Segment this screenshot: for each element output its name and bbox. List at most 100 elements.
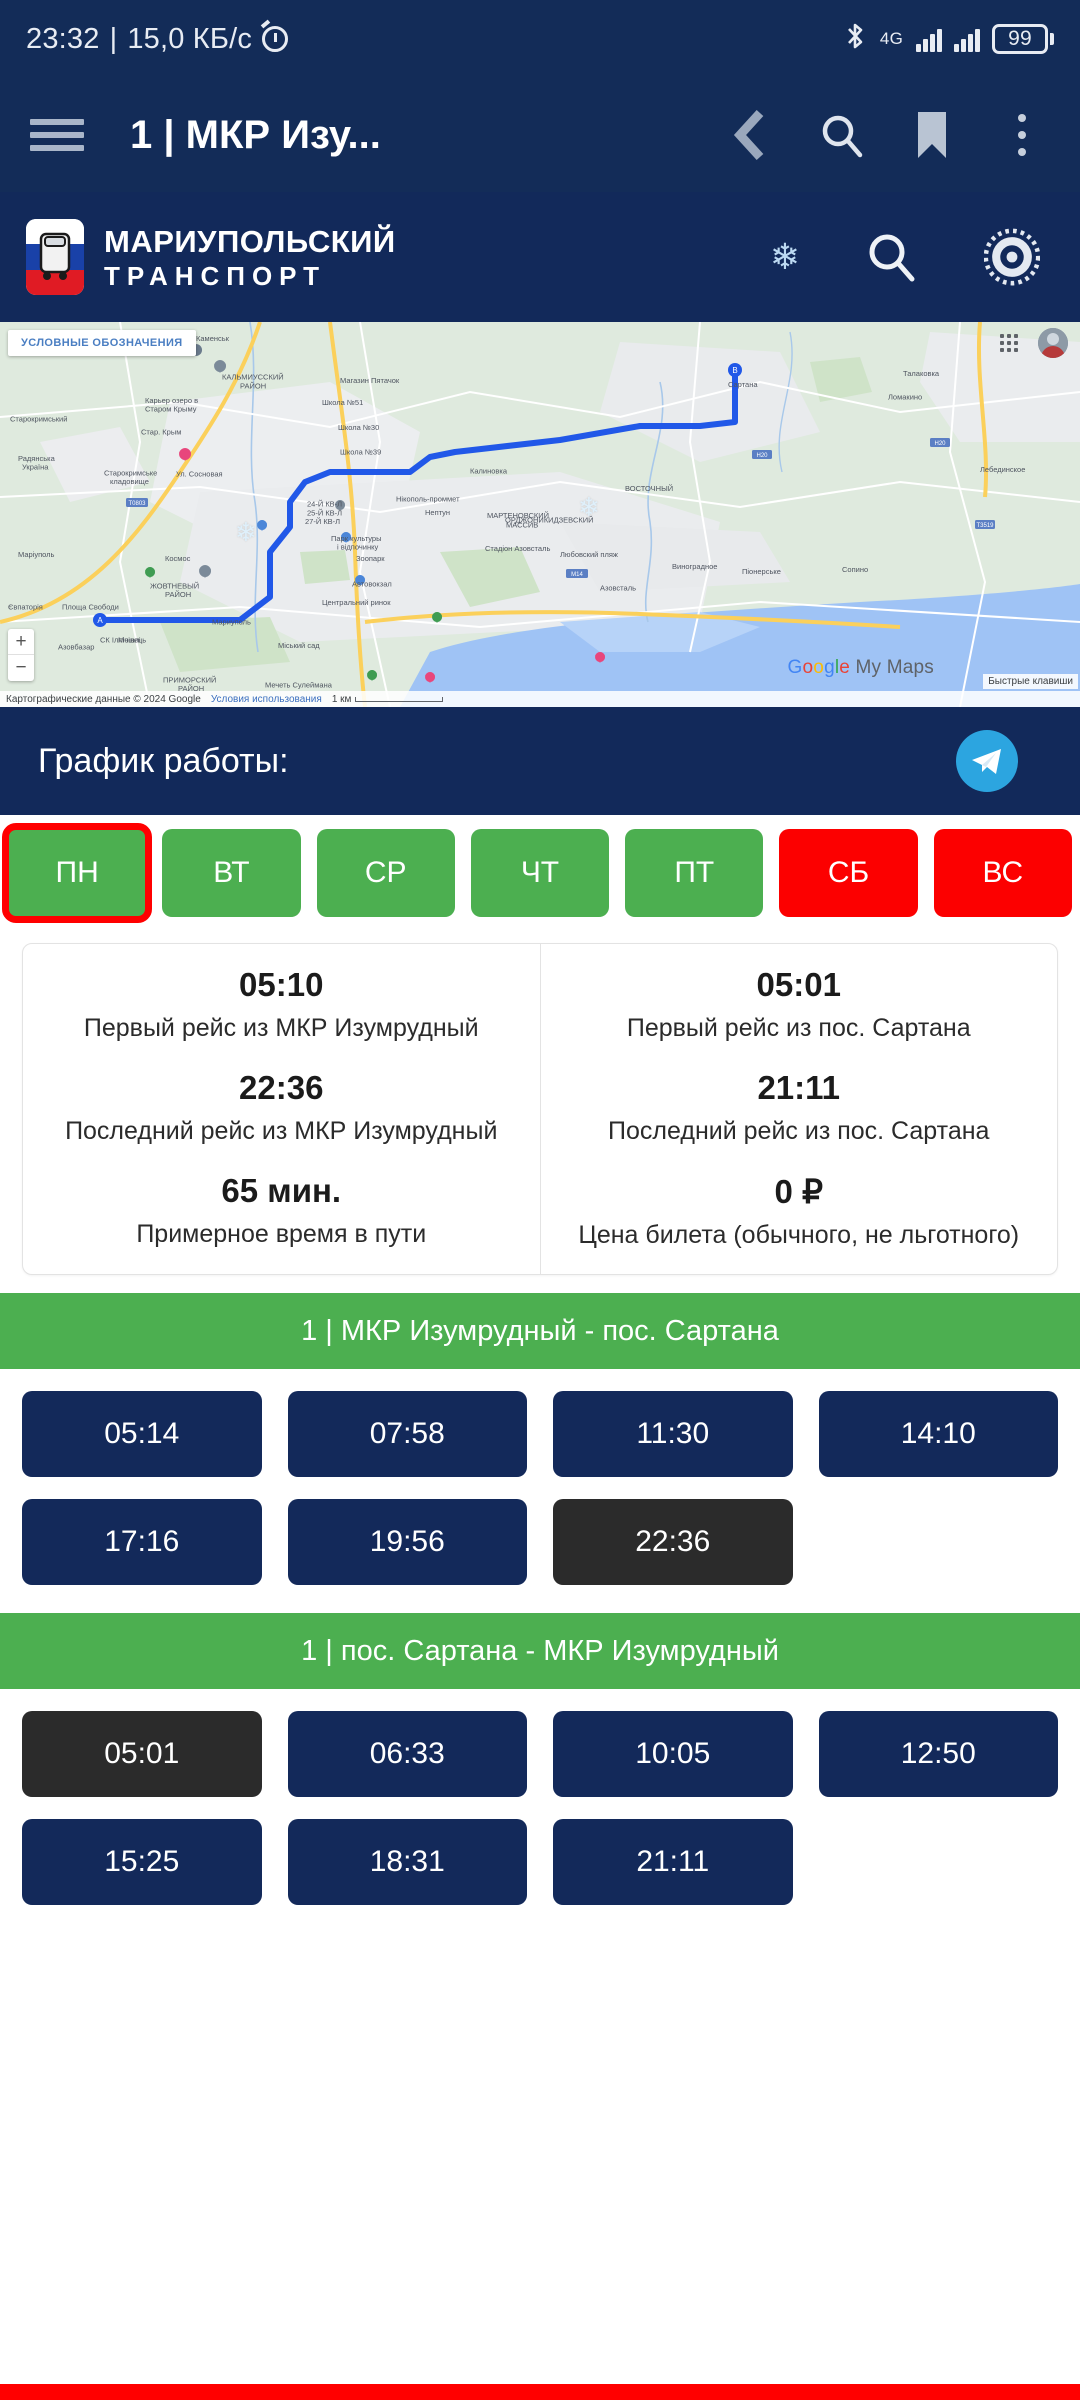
app-toolbar-actions <box>724 107 1050 163</box>
svg-text:T3519: T3519 <box>976 523 994 529</box>
summary-first-trip-inbound: 05:01 Первый рейс из пос. Сартана <box>551 966 1048 1043</box>
status-net-speed: 15,0 КБ/с <box>127 22 253 55</box>
map-zoom-controls[interactable]: + − <box>8 629 34 681</box>
summary-travel-time: 65 мин. Примерное время в пути <box>33 1172 530 1249</box>
summary-label: Последний рейс из пос. Сартана <box>608 1117 990 1145</box>
search-icon[interactable] <box>814 107 870 163</box>
signal-strength-icon-2 <box>954 26 980 52</box>
map-attribution: Картографические данные © 2024 Google Ус… <box>0 691 1080 707</box>
day-button-fri[interactable]: ПТ <box>625 829 764 917</box>
telegram-icon[interactable] <box>956 730 1018 792</box>
google-apps-grid-icon[interactable] <box>1000 334 1018 352</box>
bookmark-icon[interactable] <box>904 107 960 163</box>
summary-column-outbound: 05:10 Первый рейс из МКР Изумрудный 22:3… <box>23 944 540 1274</box>
summary-label: Последний рейс из МКР Изумрудный <box>65 1117 498 1145</box>
map-label: Міський сад <box>278 641 320 650</box>
site-search-icon[interactable] <box>864 229 920 285</box>
app-toolbar: 1 | МКР Изу... <box>0 78 1080 192</box>
summary-value: 21:11 <box>757 1069 841 1106</box>
svg-text:H20: H20 <box>756 453 768 459</box>
map-legend-button[interactable]: УСЛОВНЫЕ ОБОЗНАЧЕНИЯ <box>8 330 196 356</box>
map-scale-line <box>355 696 444 702</box>
map-label: Стар. Крым <box>141 428 181 437</box>
map-label: Виноградное <box>672 562 717 571</box>
status-bar-right: 4G 99 <box>842 20 1054 58</box>
direction-header-inbound: 1 | пос. Сартана - МКР Изумрудный <box>0 1613 1080 1689</box>
departure-time-chip[interactable]: 05:14 <box>22 1391 262 1477</box>
map-label: Азовсталь <box>600 584 636 593</box>
map-zoom-out-button[interactable]: − <box>8 655 34 681</box>
snowflake-icon: ❄ <box>769 236 800 277</box>
map-label: Старокримський <box>10 414 67 423</box>
summary-label: Примерное время в пути <box>136 1220 427 1248</box>
summary-label: Первый рейс из пос. Сартана <box>626 1014 971 1042</box>
map-label: РАЙОН <box>165 590 191 599</box>
map-label: Автовокзал <box>352 580 392 589</box>
svg-text:A: A <box>97 616 103 625</box>
departure-time-chip[interactable]: 06:33 <box>287 1711 527 1797</box>
day-button-thu[interactable]: ЧТ <box>470 829 610 917</box>
map-label: кладовище <box>110 477 149 486</box>
day-button-tue[interactable]: ВТ <box>162 829 301 917</box>
map-label: Ул. Сосновая <box>176 470 223 479</box>
map-label: Маріуполь <box>18 550 55 559</box>
day-button-sat[interactable]: СБ <box>779 829 918 917</box>
site-header-actions: ❄ <box>769 228 1054 286</box>
map-label: Піонерське <box>742 567 781 576</box>
brand-line-1: МАРИУПОЛЬСКИЙ <box>104 223 396 259</box>
schedule-title: График работы: <box>38 741 289 780</box>
departure-times-outbound: 05:14 07:58 11:30 14:10 17:16 19:56 22:3… <box>0 1369 1080 1595</box>
map-label: Калиновка <box>470 466 508 475</box>
map-label: Мошлі <box>118 636 141 645</box>
departure-time-chip[interactable]: 15:25 <box>22 1819 262 1905</box>
map-label: Сопино <box>842 565 868 574</box>
map-label: Україна <box>22 462 49 471</box>
map-label: Школа №30 <box>338 423 379 432</box>
map-label: Космос <box>165 554 191 563</box>
route-map[interactable]: A B H20 T0803 M14 H20 T3519 Каменськ Кар… <box>0 322 1080 707</box>
gear-icon[interactable] <box>984 228 1040 286</box>
alarm-icon <box>262 26 289 52</box>
hamburger-menu-icon[interactable] <box>30 115 84 155</box>
overflow-menu-icon[interactable] <box>994 107 1050 163</box>
departure-time-chip-highlighted[interactable]: 05:01 <box>22 1711 262 1797</box>
map-label: Школа №39 <box>340 447 381 456</box>
departure-time-chip-highlighted[interactable]: 22:36 <box>553 1499 793 1585</box>
day-button-wed[interactable]: СР <box>316 829 455 917</box>
departure-time-chip[interactable]: 10:05 <box>553 1711 793 1797</box>
account-avatar[interactable] <box>1038 328 1068 358</box>
status-bar-left: 23:32 | 15,0 КБ/с <box>26 22 289 56</box>
departure-time-chip[interactable]: 07:58 <box>287 1391 527 1477</box>
map-label: Школа №51 <box>322 398 363 407</box>
map-scale-bar: 1 км <box>332 694 444 705</box>
summary-ticket-price: 0 ₽ Цена билета (обычного, не льготного) <box>551 1172 1048 1250</box>
summary-value: 65 мин. <box>221 1172 342 1209</box>
status-separator: | <box>109 22 118 55</box>
day-selector[interactable]: ПН ВТ СР ЧТ ПТ СБ ВС <box>0 815 1080 931</box>
departure-time-chip[interactable]: 17:16 <box>22 1499 262 1585</box>
battery-cap <box>1050 33 1054 45</box>
map-label: Мечеть Сулеймана <box>265 680 333 689</box>
back-chevron-icon[interactable] <box>724 107 780 163</box>
map-terms-link[interactable]: Условия использования <box>211 694 322 705</box>
route-summary-card: 05:10 Первый рейс из МКР Изумрудный 22:3… <box>22 943 1058 1275</box>
map-zoom-in-button[interactable]: + <box>8 629 34 655</box>
departure-time-chip[interactable]: 19:56 <box>287 1499 527 1585</box>
day-button-sun[interactable]: ВС <box>933 829 1072 917</box>
departure-time-chip[interactable]: 11:30 <box>553 1391 793 1477</box>
map-scale-label: 1 км <box>331 693 352 705</box>
summary-value: 22:36 <box>239 1069 324 1106</box>
map-label: 27-Й КВ-Л <box>305 517 340 526</box>
map-label: і відпочинку <box>337 543 378 552</box>
map-label: Ломакино <box>888 393 922 402</box>
departure-time-chip[interactable]: 14:10 <box>818 1391 1058 1477</box>
day-button-mon[interactable]: ПН <box>1 823 153 923</box>
departure-time-chip[interactable]: 18:31 <box>287 1819 527 1905</box>
brand[interactable]: МАРИУПОЛЬСКИЙ ТРАНСПОРТ <box>26 219 396 295</box>
battery-level: 99 <box>992 24 1048 54</box>
map-keyboard-shortcuts-hint[interactable]: Быстрые клавиши <box>983 674 1078 689</box>
departure-time-chip[interactable]: 12:50 <box>818 1711 1058 1797</box>
map-label: Мариуполь <box>212 618 251 627</box>
departure-time-chip[interactable]: 21:11 <box>553 1819 793 1905</box>
map-label: Магазин Пятачок <box>340 376 400 385</box>
